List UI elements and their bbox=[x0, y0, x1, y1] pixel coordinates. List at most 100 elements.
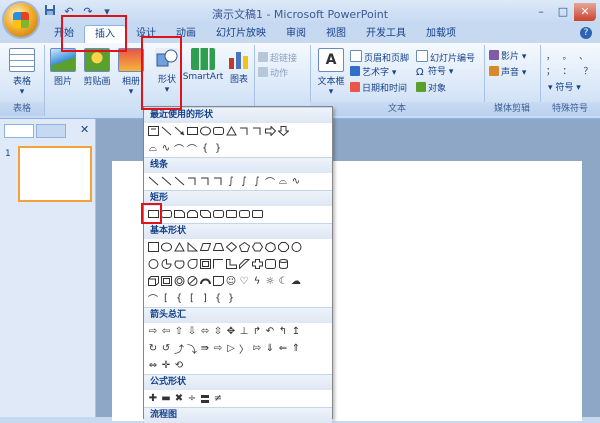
picture-button[interactable]: 图片 bbox=[46, 48, 80, 87]
minus-icon[interactable]: ▬ bbox=[160, 392, 172, 404]
bent-arrow-icon[interactable]: ↱ bbox=[251, 325, 263, 337]
divide-icon[interactable]: ÷ bbox=[186, 392, 198, 404]
decagon-icon[interactable] bbox=[290, 241, 302, 253]
elbow-connector-icon[interactable] bbox=[238, 125, 250, 137]
dodecagon-icon[interactable] bbox=[147, 258, 159, 270]
heptagon-icon[interactable] bbox=[264, 241, 276, 253]
teardrop-icon[interactable] bbox=[186, 258, 198, 270]
u-turn-arrow-icon[interactable]: ↶ bbox=[264, 325, 276, 337]
snip-diagonal-icon[interactable] bbox=[199, 208, 211, 220]
curved-connector-icon[interactable]: ∫ bbox=[225, 175, 237, 187]
right-bracket-icon[interactable]: ] bbox=[199, 292, 211, 304]
sun-icon[interactable]: ☼ bbox=[264, 275, 276, 287]
left-brace-shape-icon[interactable]: { bbox=[199, 142, 211, 154]
curved-arrow-connector-icon[interactable]: ∫ bbox=[238, 175, 250, 187]
left-block-arrow-icon[interactable]: ⇦ bbox=[160, 325, 172, 337]
double-arrow-line-icon[interactable] bbox=[173, 175, 185, 187]
rounded-rect-shape-icon[interactable] bbox=[212, 125, 224, 137]
header-footer-button[interactable]: 页眉和页脚 bbox=[350, 50, 409, 64]
left-brace-icon[interactable]: { bbox=[212, 292, 224, 304]
tab-review[interactable]: 审阅 bbox=[276, 25, 316, 43]
cube-icon[interactable] bbox=[147, 275, 159, 287]
left-callout-arrow-icon[interactable]: ⇐ bbox=[277, 342, 289, 354]
special-punct-row2[interactable]: ；：？ bbox=[546, 66, 600, 79]
textbox-shape-icon[interactable] bbox=[147, 125, 159, 137]
double-brace-icon[interactable]: { bbox=[173, 292, 185, 304]
right-triangle-icon[interactable] bbox=[186, 241, 198, 253]
folded-corner-icon[interactable] bbox=[212, 275, 224, 287]
diamond-icon[interactable] bbox=[225, 241, 237, 253]
elbow-connector-line-icon[interactable] bbox=[186, 175, 198, 187]
tab-view[interactable]: 视图 bbox=[316, 25, 356, 43]
curved-down-arrow-icon[interactable]: ⤵ bbox=[186, 342, 198, 356]
up-callout-arrow-icon[interactable]: ⇑ bbox=[290, 342, 302, 354]
outline-tab[interactable] bbox=[36, 124, 66, 138]
not-equal-icon[interactable]: ≠ bbox=[212, 392, 224, 404]
datetime-button[interactable]: 日期和时间 bbox=[350, 82, 407, 95]
movie-button[interactable]: 影片 ▾ bbox=[489, 50, 526, 63]
slide-number-button[interactable]: 幻灯片编号 bbox=[416, 50, 475, 64]
slide-thumbnail[interactable] bbox=[18, 146, 92, 202]
moon-icon[interactable]: ☾ bbox=[277, 275, 289, 287]
curve-line-icon[interactable]: ⌒ bbox=[264, 175, 276, 189]
arc-basic-icon[interactable]: ⌒ bbox=[147, 292, 159, 306]
snip-single-corner-icon[interactable] bbox=[173, 208, 185, 220]
left-right-arrow-icon[interactable]: ⬄ bbox=[199, 325, 211, 337]
chord-icon[interactable] bbox=[173, 258, 185, 270]
smartart-button[interactable]: SmartArt bbox=[182, 48, 224, 82]
diagonal-stripe-icon[interactable] bbox=[238, 258, 250, 270]
circular-arrow-icon[interactable]: ⟲ bbox=[173, 359, 185, 371]
arc-shape-icon[interactable]: ⌒ bbox=[186, 142, 198, 156]
scribble-shape-icon[interactable]: ∿ bbox=[160, 142, 172, 154]
pentagon-icon[interactable] bbox=[238, 241, 250, 253]
curved-up-arrow-icon[interactable]: ⤴ bbox=[173, 342, 185, 356]
snip-round-icon[interactable] bbox=[212, 208, 224, 220]
down-arrow-shape-icon[interactable] bbox=[277, 125, 289, 137]
special-punct-row1[interactable]: ，。、 bbox=[546, 51, 600, 64]
arrow-line-shape-icon[interactable] bbox=[173, 125, 185, 137]
right-arrow-shape-icon[interactable] bbox=[264, 125, 276, 137]
can-icon[interactable] bbox=[277, 258, 289, 270]
lightning-bolt-icon[interactable]: ϟ bbox=[251, 275, 263, 287]
right-brace-icon[interactable]: } bbox=[225, 292, 237, 304]
down-callout-arrow-icon[interactable]: ⇓ bbox=[264, 342, 276, 354]
left-right-up-arrow-icon[interactable]: ⊥ bbox=[238, 325, 250, 337]
right-block-arrow-icon[interactable]: ⇨ bbox=[147, 325, 159, 337]
frame-icon[interactable] bbox=[199, 258, 211, 270]
action-button[interactable]: 动作 bbox=[258, 67, 288, 80]
snip-same-side-icon[interactable] bbox=[186, 208, 198, 220]
pentagon-arrow-icon[interactable]: ▷ bbox=[225, 342, 237, 354]
cloud-icon[interactable]: ☁ bbox=[290, 275, 302, 287]
chevron-arrow-icon[interactable]: 〉 bbox=[238, 342, 250, 356]
l-shape-icon[interactable] bbox=[225, 258, 237, 270]
round-diagonal-icon[interactable] bbox=[251, 208, 263, 220]
quad-arrow-icon[interactable]: ✥ bbox=[225, 325, 237, 337]
line-icon[interactable] bbox=[147, 175, 159, 187]
round-single-corner-icon[interactable] bbox=[225, 208, 237, 220]
minimize-button[interactable]: – bbox=[530, 3, 552, 21]
object-button[interactable]: 对象 bbox=[416, 82, 446, 95]
equal-icon[interactable]: 〓 bbox=[199, 392, 211, 406]
elbow-arrow-line-icon[interactable] bbox=[199, 175, 211, 187]
line-shape-icon[interactable] bbox=[160, 125, 172, 137]
close-pane-icon[interactable]: ✕ bbox=[80, 123, 89, 136]
no-symbol-icon[interactable] bbox=[186, 275, 198, 287]
clipart-button[interactable]: 剪贴画 bbox=[80, 48, 114, 87]
right-callout-arrow-icon[interactable]: ⇰ bbox=[251, 342, 263, 354]
table-button[interactable]: 表格 ▾ bbox=[5, 48, 39, 97]
left-right-callout-icon[interactable]: ⇔ bbox=[147, 359, 159, 371]
striped-right-arrow-icon[interactable]: ⇛ bbox=[199, 342, 211, 354]
maximize-button[interactable]: □ bbox=[552, 3, 574, 21]
oval-basic-icon[interactable] bbox=[160, 241, 172, 253]
tab-slideshow[interactable]: 幻灯片放映 bbox=[206, 25, 276, 43]
arrow-line-icon[interactable] bbox=[160, 175, 172, 187]
octagon-icon[interactable] bbox=[277, 241, 289, 253]
isosceles-triangle-icon[interactable] bbox=[173, 241, 185, 253]
chart-button[interactable]: 图表 bbox=[222, 48, 256, 85]
trapezoid-icon[interactable] bbox=[212, 241, 224, 253]
hexagon-icon[interactable] bbox=[251, 241, 263, 253]
notched-right-arrow-icon[interactable]: ⇨ bbox=[212, 342, 224, 354]
special-symbol-button[interactable]: ▾ 符号 ▾ bbox=[548, 82, 581, 95]
triangle-shape-icon[interactable] bbox=[225, 125, 237, 137]
double-bracket-icon[interactable]: [ bbox=[160, 292, 172, 304]
